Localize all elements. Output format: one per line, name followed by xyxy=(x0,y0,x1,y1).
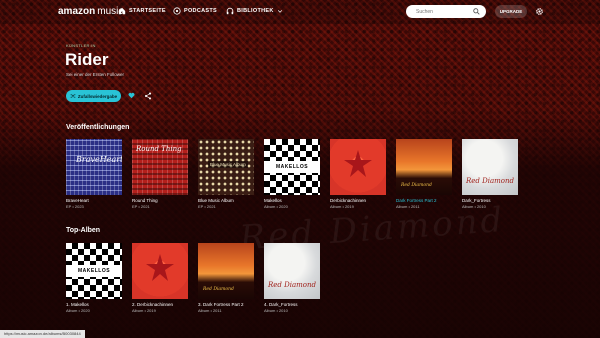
album-meta: Album • 2010 xyxy=(462,204,486,209)
album-title: 2. Derbicknachinnen xyxy=(132,302,174,307)
album-card-braveheart[interactable]: BraveHeart BraveHeart EP • 2023 xyxy=(66,139,122,209)
shuffle-label: Zufallswiedergabe xyxy=(77,93,118,99)
album-meta: Album • 2010 xyxy=(264,308,288,313)
search-icon xyxy=(473,8,480,15)
nav-podcasts[interactable]: PODCASTS xyxy=(173,7,217,15)
album-cover: Round Thing xyxy=(132,139,188,195)
album-cover: Red Diamond xyxy=(198,243,254,299)
album-title: Round Thing xyxy=(132,198,158,203)
album-meta: Album • 2011 xyxy=(396,204,420,209)
album-card-makellos[interactable]: MAKELLOS Makellos Album • 2020 xyxy=(264,139,320,209)
album-cover: BraveHeart xyxy=(66,139,122,195)
nav-library-label: BIBLIOTHEK xyxy=(237,8,274,14)
status-bar-url: https://music.amazon.de/albums/B0030844 xyxy=(0,330,85,338)
top-albums-section-title: Top-Alben xyxy=(66,227,101,234)
top-album-card-makellos[interactable]: MAKELLOS 1. Makellos Album • 2020 xyxy=(66,243,122,313)
podcast-icon xyxy=(173,7,181,15)
releases-section-title: Veröffentlichungen xyxy=(66,124,130,131)
artist-title: Rider xyxy=(65,50,109,69)
album-cover xyxy=(132,243,188,299)
album-card-dark-fortress[interactable]: Red Diamond Dark_Fortress Album • 2010 xyxy=(462,139,518,209)
upgrade-button[interactable]: UPGRADE xyxy=(495,5,527,18)
home-icon xyxy=(118,7,126,15)
album-meta: Album • 2020 xyxy=(66,308,90,313)
star-artwork-icon xyxy=(344,150,372,177)
shuffle-icon xyxy=(70,94,76,98)
album-meta: Album • 2019 xyxy=(132,308,156,313)
album-title: Makellos xyxy=(264,198,282,203)
headphones-icon xyxy=(226,7,234,15)
top-album-card-dark-fortress[interactable]: Red Diamond 4. Dark_Fortress Album • 201… xyxy=(264,243,320,313)
album-cover: Red Diamond xyxy=(396,139,452,195)
nav-podcasts-label: PODCASTS xyxy=(184,8,217,14)
follow-heart-icon[interactable] xyxy=(128,92,135,99)
album-title: Blue Music Album xyxy=(198,198,234,203)
search-placeholder: Suchen xyxy=(416,9,433,15)
share-icon[interactable] xyxy=(144,92,152,100)
nav-home-label: STARTSEITE xyxy=(129,8,166,14)
top-album-card-dark-fortress-part-2[interactable]: Red Diamond 3. Dark Fortress Part 2 Albu… xyxy=(198,243,254,313)
album-cover xyxy=(330,139,386,195)
album-card-dark-fortress-part-2[interactable]: Red Diamond Dark Fortress Part 2 Album •… xyxy=(396,139,452,209)
album-title: 1. Makellos xyxy=(66,302,89,307)
album-card-round-thing[interactable]: Round Thing Round Thing EP • 2021 xyxy=(132,139,188,209)
album-title: Dark Fortress Part 2 xyxy=(396,198,437,203)
search-input[interactable]: Suchen xyxy=(406,5,486,18)
album-cover: Blue Music Album xyxy=(198,139,254,195)
top-albums-row: MAKELLOS 1. Makellos Album • 2020 2. Der… xyxy=(66,243,320,313)
album-title: 3. Dark Fortress Part 2 xyxy=(198,302,244,307)
album-cover: Red Diamond xyxy=(264,243,320,299)
album-title: Dark_Fortress xyxy=(462,198,491,203)
album-card-blue-music-album[interactable]: Blue Music Album Blue Music Album EP • 2… xyxy=(198,139,254,209)
artist-follower-note: Sei einer der Ersten Follower xyxy=(66,72,125,77)
album-cover: Red Diamond xyxy=(462,139,518,195)
album-meta: Album • 2011 xyxy=(198,308,222,313)
album-meta: EP • 2021 xyxy=(132,204,150,209)
album-card-derbicknachinnen[interactable]: Derbicknachinnen Album • 2019 xyxy=(330,139,386,209)
top-album-card-derbicknachinnen[interactable]: 2. Derbicknachinnen Album • 2019 xyxy=(132,243,188,313)
nav-home[interactable]: STARTSEITE xyxy=(118,7,166,15)
album-cover: MAKELLOS xyxy=(66,243,122,299)
album-title: Derbicknachinnen xyxy=(330,198,367,203)
top-navigation: amazon music STARTSEITE PODCASTS BIBLIOTH… xyxy=(0,0,600,24)
chevron-down-icon xyxy=(277,10,282,13)
artist-eyebrow: KÜNSTLER:IN xyxy=(66,43,96,48)
amazon-music-logo[interactable]: amazon music xyxy=(58,6,123,17)
album-meta: Album • 2020 xyxy=(264,204,288,209)
album-meta: EP • 2023 xyxy=(66,204,84,209)
album-cover: MAKELLOS xyxy=(264,139,320,195)
releases-row: BraveHeart BraveHeart EP • 2023 Round Th… xyxy=(66,139,518,209)
gear-icon[interactable] xyxy=(535,7,544,16)
shuffle-play-button[interactable]: Zufallswiedergabe xyxy=(66,90,121,102)
album-title: 4. Dark_Fortress xyxy=(264,302,298,307)
album-meta: EP • 2021 xyxy=(198,204,216,209)
nav-library[interactable]: BIBLIOTHEK xyxy=(226,7,283,15)
album-title: BraveHeart xyxy=(66,198,89,203)
star-artwork-icon xyxy=(146,254,174,281)
album-meta: Album • 2019 xyxy=(330,204,354,209)
